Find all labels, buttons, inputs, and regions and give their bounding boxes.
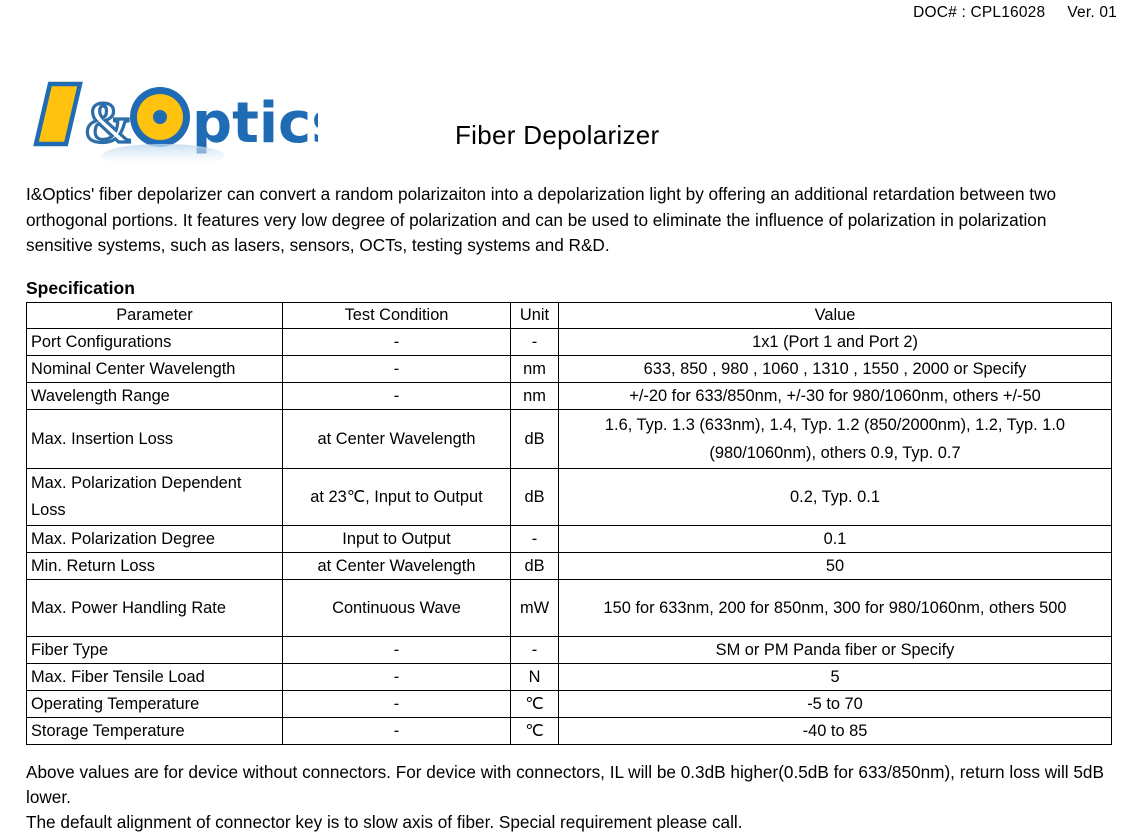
cell-condition: at Center Wavelength (282, 552, 511, 580)
column-header-parameter: Parameter (26, 302, 283, 329)
svg-text:ptics: ptics (192, 91, 318, 156)
cell-parameter: Storage Temperature (26, 717, 283, 745)
cell-unit: nm (510, 355, 559, 383)
cell-value: 0.2, Typ. 0.1 (558, 468, 1112, 526)
table-row: Nominal Center Wavelength - nm 633, 850 … (26, 355, 1112, 383)
table-row: Max. Fiber Tensile Load - N 5 (26, 663, 1112, 691)
cell-condition: Input to Output (282, 525, 511, 553)
cell-parameter: Wavelength Range (26, 382, 283, 410)
cell-condition: - (282, 636, 511, 664)
column-header-value: Value (558, 302, 1112, 329)
cell-value: SM or PM Panda fiber or Specify (558, 636, 1112, 664)
intro-paragraph: I&Optics' fiber depolarizer can convert … (26, 184, 1057, 255)
table-row: Operating Temperature - ℃ -5 to 70 (26, 690, 1112, 718)
document-header: DOC# : CPL16028 Ver. 01 (913, 4, 1117, 22)
logo-icon: & ptics (33, 81, 318, 168)
cell-parameter: Operating Temperature (26, 690, 283, 718)
cell-value: -5 to 70 (558, 690, 1112, 718)
doc-number: DOC# : CPL16028 (913, 4, 1046, 21)
cell-unit: dB (510, 409, 559, 469)
cell-unit: dB (510, 468, 559, 526)
cell-parameter: Fiber Type (26, 636, 283, 664)
column-header-test-condition: Test Condition (282, 302, 511, 329)
note-line-1: Above values are for device without conn… (26, 762, 1104, 807)
cell-value: -40 to 85 (558, 717, 1112, 745)
cell-condition: - (282, 690, 511, 718)
table-row: Port Configurations - - 1x1 (Port 1 and … (26, 328, 1112, 356)
table-row: Wavelength Range - nm +/-20 for 633/850n… (26, 382, 1112, 410)
specification-heading: Specification (26, 278, 135, 298)
cell-unit: - (510, 328, 559, 356)
cell-value: 50 (558, 552, 1112, 580)
cell-value: +/-20 for 633/850nm, +/-30 for 980/1060n… (558, 382, 1112, 410)
company-logo: & ptics (28, 72, 318, 172)
cell-value: 1x1 (Port 1 and Port 2) (558, 328, 1112, 356)
cell-condition: - (282, 382, 511, 410)
cell-unit: - (510, 636, 559, 664)
table-row: Max. Polarization Degree Input to Output… (26, 525, 1112, 553)
note-line-2: The default alignment of connector key i… (26, 812, 743, 832)
table-row: Storage Temperature - ℃ -40 to 85 (26, 717, 1112, 745)
doc-version: Ver. 01 (1067, 4, 1117, 21)
table-row: Max. Polarization Dependent Loss at 23℃,… (26, 468, 1112, 526)
cell-condition: - (282, 328, 511, 356)
specification-table-container: Parameter Test Condition Unit Value Port… (26, 302, 1112, 745)
cell-unit: mW (510, 579, 559, 637)
specification-table: Parameter Test Condition Unit Value Port… (26, 302, 1112, 745)
cell-parameter: Max. Power Handling Rate (26, 579, 283, 637)
cell-unit: dB (510, 552, 559, 580)
cell-value: 1.6, Typ. 1.3 (633nm), 1.4, Typ. 1.2 (85… (558, 409, 1112, 469)
cell-condition: - (282, 355, 511, 383)
cell-condition: Continuous Wave (282, 579, 511, 637)
cell-unit: N (510, 663, 559, 691)
cell-parameter: Port Configurations (26, 328, 283, 356)
cell-parameter: Max. Polarization Dependent Loss (26, 468, 283, 526)
cell-parameter: Nominal Center Wavelength (26, 355, 283, 383)
table-row: Min. Return Loss at Center Wavelength dB… (26, 552, 1112, 580)
table-row: Max. Insertion Loss at Center Wavelength… (26, 409, 1112, 469)
cell-parameter: Max. Insertion Loss (26, 409, 283, 469)
page-title: Fiber Depolarizer (455, 120, 660, 150)
cell-condition: at 23℃, Input to Output (282, 468, 511, 526)
cell-unit: nm (510, 382, 559, 410)
cell-value: 0.1 (558, 525, 1112, 553)
svg-text:&: & (84, 90, 132, 155)
cell-parameter: Min. Return Loss (26, 552, 283, 580)
column-header-unit: Unit (510, 302, 559, 329)
cell-unit: ℃ (510, 717, 559, 745)
cell-condition: - (282, 663, 511, 691)
cell-parameter: Max. Fiber Tensile Load (26, 663, 283, 691)
table-row: Max. Power Handling Rate Continuous Wave… (26, 579, 1112, 637)
cell-value: 150 for 633nm, 200 for 850nm, 300 for 98… (558, 579, 1112, 637)
cell-parameter: Max. Polarization Degree (26, 525, 283, 553)
cell-condition: at Center Wavelength (282, 409, 511, 469)
table-header-row: Parameter Test Condition Unit Value (26, 302, 1112, 329)
cell-value: 5 (558, 663, 1112, 691)
footer-notes: Above values are for device without conn… (26, 760, 1116, 835)
table-row: Fiber Type - - SM or PM Panda fiber or S… (26, 636, 1112, 664)
cell-value: 633, 850 , 980 , 1060 , 1310 , 1550 , 20… (558, 355, 1112, 383)
cell-condition: - (282, 717, 511, 745)
cell-unit: ℃ (510, 690, 559, 718)
cell-unit: - (510, 525, 559, 553)
